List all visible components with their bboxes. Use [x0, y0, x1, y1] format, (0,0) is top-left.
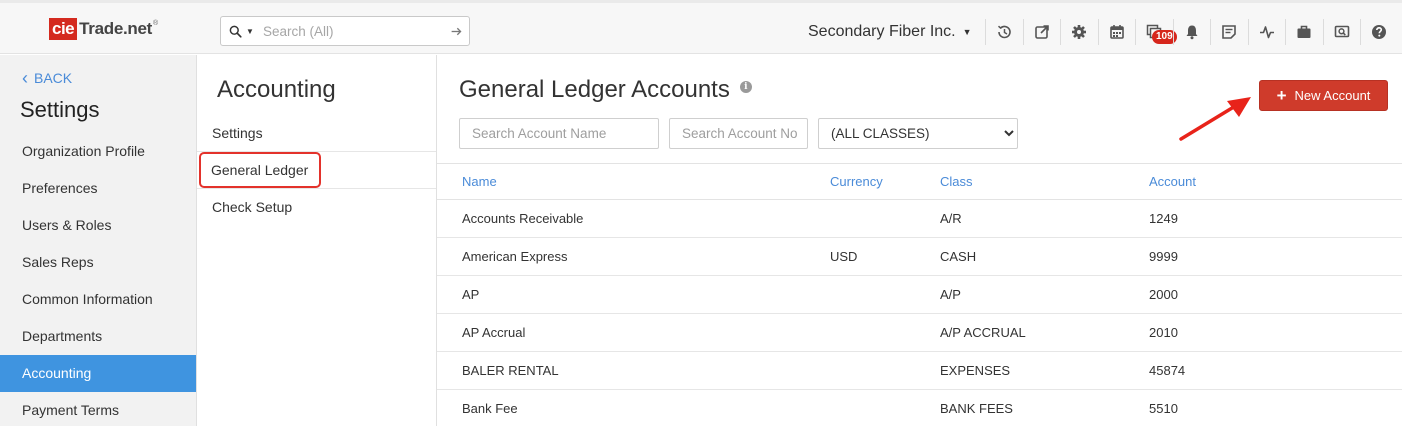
submenu-item-check-setup[interactable]: Check Setup	[197, 189, 436, 226]
table-row[interactable]: BALER RENTAL EXPENSES 45874	[437, 351, 1402, 390]
table-header-row: Name Currency Class Account	[437, 163, 1402, 200]
cell-class: BANK FEES	[940, 389, 1149, 426]
table-row[interactable]: American Express USD CASH 9999	[437, 237, 1402, 276]
notes-icon[interactable]	[1210, 19, 1248, 45]
sidebar-item-sales-reps[interactable]: Sales Reps	[0, 244, 196, 281]
chevron-down-icon: ▼	[246, 26, 254, 36]
table-row[interactable]: Accounts Receivable A/R 1249	[437, 199, 1402, 238]
table-row[interactable]: AP A/P 2000	[437, 275, 1402, 314]
bell-icon[interactable]	[1172, 19, 1211, 45]
sidebar-item-preferences[interactable]: Preferences	[0, 170, 196, 207]
logo-registered-mark: ®	[153, 20, 159, 27]
page-title: General Ledger Accounts i	[459, 76, 752, 104]
cell-currency	[830, 313, 940, 352]
new-account-label: New Account	[1294, 88, 1371, 103]
filter-bar: (ALL CLASSES)	[459, 118, 1018, 149]
column-header-name[interactable]: Name	[437, 163, 830, 200]
account-name-search-input[interactable]	[459, 118, 659, 149]
cell-class: A/R	[940, 199, 1149, 238]
info-icon[interactable]: i	[739, 81, 752, 93]
cell-currency	[830, 199, 940, 238]
cell-account: 2010	[1149, 313, 1402, 352]
settings-sidebar: ‹ BACK Settings Organization Profile Pre…	[0, 55, 197, 426]
back-link[interactable]: ‹ BACK	[22, 68, 73, 88]
external-link-icon[interactable]	[1022, 19, 1061, 45]
history-icon[interactable]	[985, 19, 1023, 45]
account-no-search-input[interactable]	[669, 118, 808, 149]
cell-class: CASH	[940, 237, 1149, 276]
help-icon[interactable]	[1360, 19, 1398, 45]
submenu-item-general-ledger[interactable]: General Ledger	[197, 152, 436, 189]
submenu-item-label: General Ledger	[199, 152, 322, 188]
submenu-item-settings[interactable]: Settings	[197, 115, 436, 152]
sidebar-title: Settings	[20, 97, 100, 122]
cell-currency	[830, 389, 940, 426]
calendar-icon[interactable]	[1097, 19, 1136, 45]
briefcase-icon[interactable]	[1285, 19, 1323, 45]
search-scope-dropdown[interactable]: ▼	[221, 17, 263, 45]
class-filter-select[interactable]: (ALL CLASSES)	[818, 118, 1018, 149]
table-row[interactable]: Bank Fee BANK FEES 5510	[437, 389, 1402, 426]
sidebar-item-users-roles[interactable]: Users & Roles	[0, 207, 196, 244]
sidebar-item-departments[interactable]: Departments	[0, 318, 196, 355]
new-account-button[interactable]: + New Account	[1259, 80, 1388, 111]
page-title-text: General Ledger Accounts	[459, 76, 730, 103]
column-header-class[interactable]: Class	[940, 163, 1149, 200]
toolbar-icons: 109	[985, 19, 1398, 45]
cell-currency	[830, 351, 940, 390]
column-header-account[interactable]: Account	[1149, 163, 1402, 200]
cell-name: Bank Fee	[437, 389, 830, 426]
cell-name: AP Accrual	[437, 313, 830, 352]
logo-cie: cie	[49, 18, 78, 40]
search-input[interactable]	[263, 17, 443, 45]
arrow-right-icon	[451, 27, 461, 35]
submenu-item-label: Check Setup	[212, 199, 293, 215]
top-bar: cie Trade.net ® ▼ Secondary Fiber Inc. ▼	[0, 0, 1402, 54]
cell-class: A/P	[940, 275, 1149, 314]
sidebar-menu: Organization Profile Preferences Users &…	[0, 133, 196, 426]
main-content: General Ledger Accounts i + New Account …	[437, 55, 1402, 426]
column-header-currency[interactable]: Currency	[830, 163, 940, 200]
sidebar-item-common-information[interactable]: Common Information	[0, 281, 196, 318]
cell-class: EXPENSES	[940, 351, 1149, 390]
cell-currency	[830, 275, 940, 314]
cell-account: 45874	[1149, 351, 1402, 390]
logo-text: Trade.net	[79, 19, 153, 38]
cell-account: 1249	[1149, 199, 1402, 238]
cell-name: Accounts Receivable	[437, 199, 830, 238]
cell-name: American Express	[437, 237, 830, 276]
annotation-arrow-icon	[1179, 97, 1251, 141]
company-selector[interactable]: Secondary Fiber Inc. ▼	[808, 23, 972, 41]
cell-class: A/P ACCRUAL	[940, 313, 1149, 352]
messages-icon[interactable]: 109	[1135, 19, 1177, 45]
search-icon	[229, 25, 242, 38]
sidebar-item-payment-terms[interactable]: Payment Terms	[0, 392, 196, 426]
submenu-item-label: Settings	[212, 125, 263, 141]
table-row[interactable]: AP Accrual A/P ACCRUAL 2010	[437, 313, 1402, 352]
submenu-list: Settings General Ledger Check Setup	[197, 115, 436, 226]
screen-search-icon[interactable]	[1322, 19, 1361, 45]
cell-currency: USD	[830, 237, 940, 276]
app-logo[interactable]: cie Trade.net ®	[49, 18, 158, 40]
accounts-table: Name Currency Class Account Accounts Rec…	[437, 163, 1402, 426]
company-name: Secondary Fiber Inc.	[808, 23, 956, 40]
sidebar-item-organization-profile[interactable]: Organization Profile	[0, 133, 196, 170]
cell-account: 5510	[1149, 389, 1402, 426]
sidebar-item-accounting[interactable]: Accounting	[0, 355, 196, 392]
global-search: ▼	[220, 16, 470, 46]
plus-icon: +	[1276, 85, 1287, 105]
accounting-submenu: Accounting Settings General Ledger Check…	[197, 55, 437, 426]
activity-icon[interactable]	[1247, 19, 1286, 45]
back-label: BACK	[34, 70, 73, 86]
chevron-left-icon: ‹	[22, 68, 28, 88]
cell-name: AP	[437, 275, 830, 314]
cell-account: 2000	[1149, 275, 1402, 314]
cell-name: BALER RENTAL	[437, 351, 830, 390]
chevron-down-icon: ▼	[962, 27, 972, 37]
submenu-title: Accounting	[217, 76, 336, 103]
cell-account: 9999	[1149, 237, 1402, 276]
gear-icon[interactable]	[1060, 19, 1098, 45]
search-submit-button[interactable]	[443, 25, 469, 38]
